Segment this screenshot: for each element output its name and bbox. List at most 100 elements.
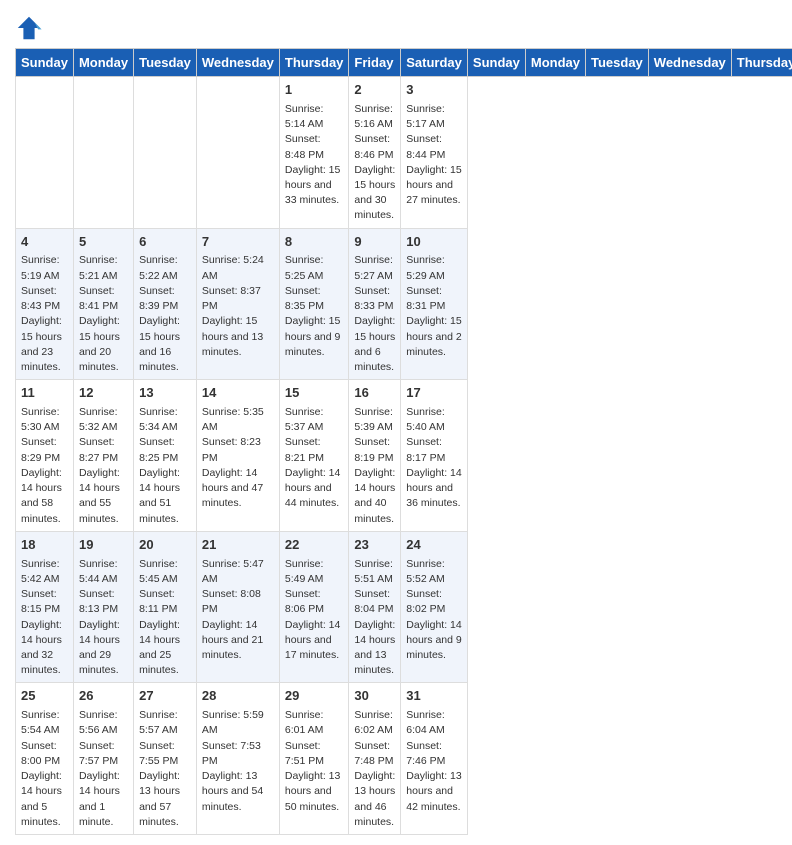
day-number: 7 bbox=[202, 233, 274, 252]
calendar-cell: 14Sunrise: 5:35 AMSunset: 8:23 PMDayligh… bbox=[196, 380, 279, 532]
day-info-line: Sunset: 8:39 PM bbox=[139, 284, 191, 314]
day-number: 25 bbox=[21, 687, 68, 706]
day-number: 11 bbox=[21, 384, 68, 403]
day-number: 5 bbox=[79, 233, 128, 252]
calendar-table: SundayMondayTuesdayWednesdayThursdayFrid… bbox=[15, 48, 792, 835]
day-info-line: Sunset: 8:46 PM bbox=[354, 132, 395, 162]
day-info-line: Daylight: 13 hours and 57 minutes. bbox=[139, 769, 191, 830]
day-info-line: Sunrise: 5:29 AM bbox=[406, 253, 462, 283]
calendar-week-row: 11Sunrise: 5:30 AMSunset: 8:29 PMDayligh… bbox=[16, 380, 792, 532]
day-info-line: Sunset: 7:48 PM bbox=[354, 739, 395, 769]
calendar-cell: 25Sunrise: 5:54 AMSunset: 8:00 PMDayligh… bbox=[16, 683, 74, 835]
day-number: 6 bbox=[139, 233, 191, 252]
day-info-line: Sunset: 7:55 PM bbox=[139, 739, 191, 769]
calendar-week-row: 18Sunrise: 5:42 AMSunset: 8:15 PMDayligh… bbox=[16, 531, 792, 683]
day-number: 9 bbox=[354, 233, 395, 252]
calendar-cell: 29Sunrise: 6:01 AMSunset: 7:51 PMDayligh… bbox=[279, 683, 349, 835]
day-info-line: Sunrise: 5:24 AM bbox=[202, 253, 274, 283]
day-number: 27 bbox=[139, 687, 191, 706]
header-day-wednesday: Wednesday bbox=[648, 49, 731, 77]
day-info-line: Daylight: 13 hours and 42 minutes. bbox=[406, 769, 462, 815]
calendar-week-row: 1 Sunrise: 5:14 AMSunset: 8:48 PM Daylight… bbox=[16, 77, 792, 229]
day-info-line: Sunrise: 5:19 AM bbox=[21, 253, 68, 283]
day-info-line: Daylight: 14 hours and 58 minutes. bbox=[21, 466, 68, 527]
calendar-cell: 2Sunrise: 5:16 AMSunset: 8:46 PMDaylight… bbox=[349, 77, 401, 229]
calendar-cell: 17Sunrise: 5:40 AMSunset: 8:17 PMDayligh… bbox=[401, 380, 468, 532]
day-info-line: Sunrise: 5:52 AM bbox=[406, 557, 462, 587]
calendar-header-row: SundayMondayTuesdayWednesdayThursdayFrid… bbox=[16, 49, 792, 77]
header-sunday: Sunday bbox=[16, 49, 74, 77]
calendar-cell: 26Sunrise: 5:56 AMSunset: 7:57 PMDayligh… bbox=[73, 683, 133, 835]
calendar-cell: 4Sunrise: 5:19 AMSunset: 8:43 PMDaylight… bbox=[16, 228, 74, 380]
calendar-cell: 9Sunrise: 5:27 AMSunset: 8:33 PMDaylight… bbox=[349, 228, 401, 380]
calendar-cell: 21Sunrise: 5:47 AMSunset: 8:08 PMDayligh… bbox=[196, 531, 279, 683]
day-info-line: Daylight: 14 hours and 13 minutes. bbox=[354, 618, 395, 679]
day-info-line: Sunrise: 5:40 AM bbox=[406, 405, 462, 435]
day-info-line: Sunrise: 6:01 AM bbox=[285, 708, 344, 738]
day-info-line: Sunset: 8:41 PM bbox=[79, 284, 128, 314]
day-info-line: Sunset: 7:53 PM bbox=[202, 739, 274, 769]
calendar-cell: 24Sunrise: 5:52 AMSunset: 8:02 PMDayligh… bbox=[401, 531, 468, 683]
day-info-line: Sunset: 8:21 PM bbox=[285, 435, 344, 465]
day-number: 2 bbox=[354, 81, 395, 100]
day-number: 30 bbox=[354, 687, 395, 706]
calendar-cell: 1Sunrise: 5:14 AMSunset: 8:48 PMDaylight… bbox=[279, 77, 349, 229]
calendar-cell: 28Sunrise: 5:59 AMSunset: 7:53 PMDayligh… bbox=[196, 683, 279, 835]
calendar-cell: 31Sunrise: 6:04 AMSunset: 7:46 PMDayligh… bbox=[401, 683, 468, 835]
day-info-line: Sunset: 7:57 PM bbox=[79, 739, 128, 769]
header-friday: Friday bbox=[349, 49, 401, 77]
header-day-monday: Monday bbox=[525, 49, 585, 77]
day-number: 23 bbox=[354, 536, 395, 555]
day-info-line: Sunset: 8:04 PM bbox=[354, 587, 395, 617]
header-tuesday: Tuesday bbox=[134, 49, 197, 77]
day-info-line: Sunset: 8:06 PM bbox=[285, 587, 344, 617]
day-info-line: Sunrise: 5:25 AM bbox=[285, 253, 344, 283]
header-day-sunday: Sunday bbox=[467, 49, 525, 77]
day-number: 16 bbox=[354, 384, 395, 403]
day-info-line: Daylight: 14 hours and 29 minutes. bbox=[79, 618, 128, 679]
day-info-line: Sunrise: 6:04 AM bbox=[406, 708, 462, 738]
calendar-cell: 27 Sunrise: 5:57 AMSunset: 7:55 PMDayligh… bbox=[134, 683, 197, 835]
day-number: 21 bbox=[202, 536, 274, 555]
day-info-line: Sunrise: 5:21 AM bbox=[79, 253, 128, 283]
calendar-week-row: 4Sunrise: 5:19 AMSunset: 8:43 PMDaylight… bbox=[16, 228, 792, 380]
day-info-line: Sunset: 8:19 PM bbox=[354, 435, 395, 465]
day-info-line: Sunrise: 5:14 AM bbox=[285, 102, 344, 132]
calendar-cell: 5Sunrise: 5:21 AMSunset: 8:41 PMDaylight… bbox=[73, 228, 133, 380]
day-info-line: Sunset: 8:23 PM bbox=[202, 435, 274, 465]
logo bbox=[15, 14, 45, 42]
day-info-line: Daylight: 15 hours and 6 minutes. bbox=[354, 314, 395, 375]
day-info-line: Sunrise: 5:49 AM bbox=[285, 557, 344, 587]
day-info-line: Sunrise: 5:34 AM bbox=[139, 405, 191, 435]
day-info-line: Daylight: 14 hours and 55 minutes. bbox=[79, 466, 128, 527]
day-info-line: Sunset: 8:02 PM bbox=[406, 587, 462, 617]
calendar-cell bbox=[134, 77, 197, 229]
day-info-line: Sunrise: 5:57 AM bbox=[139, 708, 191, 738]
day-info-line: Sunset: 8:25 PM bbox=[139, 435, 191, 465]
day-info-line: Sunset: 8:29 PM bbox=[21, 435, 68, 465]
day-info-line: Sunrise: 5:30 AM bbox=[21, 405, 68, 435]
header-saturday: Saturday bbox=[401, 49, 468, 77]
day-number: 1 bbox=[285, 81, 344, 100]
day-info-line: Sunset: 8:11 PM bbox=[139, 587, 191, 617]
day-info-line: Sunset: 8:48 PM bbox=[285, 132, 344, 162]
day-number: 8 bbox=[285, 233, 344, 252]
calendar-cell: 18Sunrise: 5:42 AMSunset: 8:15 PMDayligh… bbox=[16, 531, 74, 683]
day-info-line: Daylight: 14 hours and 40 minutes. bbox=[354, 466, 395, 527]
calendar-cell: 12Sunrise: 5:32 AMSunset: 8:27 PMDayligh… bbox=[73, 380, 133, 532]
day-info-line: Sunrise: 5:44 AM bbox=[79, 557, 128, 587]
day-info-line: Daylight: 15 hours and 27 minutes. bbox=[406, 163, 462, 209]
day-info-line: Sunset: 8:43 PM bbox=[21, 284, 68, 314]
day-info-line: Daylight: 15 hours and 9 minutes. bbox=[285, 314, 344, 360]
calendar-cell bbox=[196, 77, 279, 229]
day-info-line: Sunset: 8:13 PM bbox=[79, 587, 128, 617]
day-number: 20 bbox=[139, 536, 191, 555]
day-info-line: Sunset: 8:17 PM bbox=[406, 435, 462, 465]
calendar-cell: 22Sunrise: 5:49 AMSunset: 8:06 PMDayligh… bbox=[279, 531, 349, 683]
day-info-line: Sunset: 8:31 PM bbox=[406, 284, 462, 314]
day-info-line: Daylight: 14 hours and 25 minutes. bbox=[139, 618, 191, 679]
day-info-line: Daylight: 15 hours and 2 minutes. bbox=[406, 314, 462, 360]
day-info-line: Sunrise: 5:37 AM bbox=[285, 405, 344, 435]
day-number: 15 bbox=[285, 384, 344, 403]
header-thursday: Thursday bbox=[279, 49, 349, 77]
